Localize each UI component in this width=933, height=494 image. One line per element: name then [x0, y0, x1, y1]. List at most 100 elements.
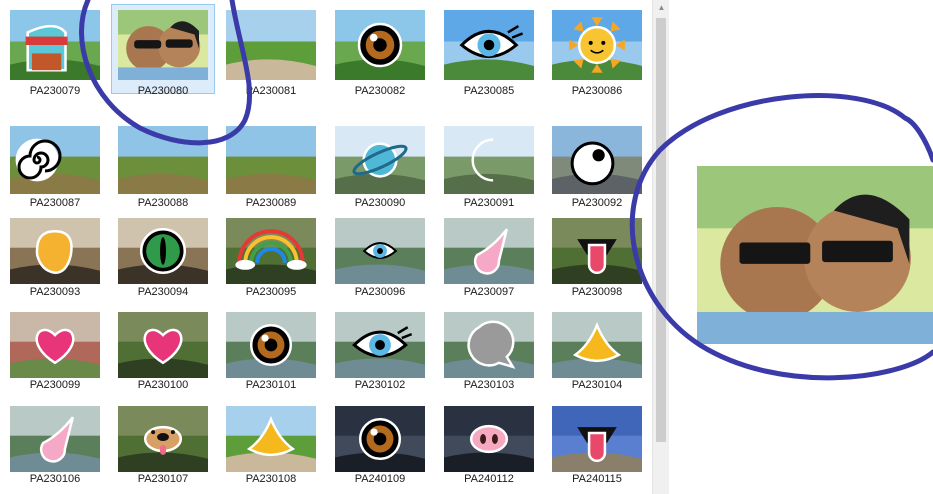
file-thumbnail[interactable]: [118, 126, 208, 194]
file-tile[interactable]: PA230085: [437, 4, 541, 97]
file-name-label: PA230086: [571, 85, 623, 97]
green-eye-sticker: [139, 227, 187, 275]
file-tile[interactable]: PA230091: [437, 118, 541, 209]
preview-photo: [697, 166, 933, 344]
file-tile[interactable]: PA230088: [111, 118, 215, 209]
file-tile[interactable]: PA230089: [219, 118, 323, 209]
grey-drop-sticker: [467, 320, 516, 369]
file-thumbnail[interactable]: [444, 218, 534, 284]
file-tile[interactable]: PA240109: [328, 400, 432, 490]
file-thumbnail[interactable]: [335, 312, 425, 378]
file-name-label: PA230087: [29, 197, 81, 209]
scroll-up-arrow-icon[interactable]: ▲: [653, 0, 670, 16]
file-name-label: PA230103: [463, 379, 515, 391]
file-name-label: PA230080: [137, 85, 189, 97]
file-thumbnail[interactable]: [118, 312, 208, 378]
file-tile[interactable]: PA240112: [437, 400, 541, 490]
file-name-label: PA230090: [354, 197, 406, 209]
file-tile[interactable]: PA230107: [111, 400, 215, 490]
file-name-label: PA230102: [354, 379, 406, 391]
file-tile[interactable]: PA230104: [545, 306, 649, 396]
file-name-label: PA230094: [137, 286, 189, 298]
file-tile[interactable]: PA230096: [328, 212, 432, 302]
file-thumbnail[interactable]: [552, 10, 642, 80]
file-thumbnail[interactable]: [118, 218, 208, 284]
cat-sticker: [25, 24, 68, 72]
file-name-label: PA230104: [571, 379, 623, 391]
file-tile[interactable]: PA230100: [111, 306, 215, 396]
file-tile[interactable]: PA230102: [328, 306, 432, 396]
file-tile[interactable]: PA230099: [3, 306, 107, 396]
file-name-label: PA230092: [571, 197, 623, 209]
file-thumbnail[interactable]: [552, 312, 642, 378]
file-tile[interactable]: PA230080: [111, 4, 215, 97]
file-name-label: PA240109: [354, 473, 406, 485]
file-name-label: PA230091: [463, 197, 515, 209]
file-thumbnail[interactable]: [444, 406, 534, 472]
file-thumbnail[interactable]: [552, 218, 642, 284]
file-thumbnail[interactable]: [444, 312, 534, 378]
file-name-label: PA230107: [137, 473, 189, 485]
file-tile[interactable]: PA230086: [545, 4, 649, 97]
file-name-label: PA230085: [463, 85, 515, 97]
file-tile[interactable]: PA230095: [219, 212, 323, 302]
file-thumbnail[interactable]: [226, 312, 316, 378]
file-thumbnail[interactable]: [226, 126, 316, 194]
file-name-label: PA230101: [245, 379, 297, 391]
file-thumbnail[interactable]: [10, 406, 100, 472]
file-thumbnail[interactable]: [552, 406, 642, 472]
file-name-label: PA230096: [354, 286, 406, 298]
file-name-label: PA230089: [245, 197, 297, 209]
scrollbar-thumb[interactable]: [656, 18, 666, 442]
file-name-label: PA230098: [571, 286, 623, 298]
file-thumbnail[interactable]: [226, 218, 316, 284]
file-tile[interactable]: PA230098: [545, 212, 649, 302]
file-tile[interactable]: PA230090: [328, 118, 432, 209]
file-thumbnail[interactable]: [118, 10, 208, 80]
preview-pane: [669, 0, 933, 494]
vertical-scrollbar[interactable]: ▲: [652, 0, 669, 494]
file-tile[interactable]: PA230097: [437, 212, 541, 302]
file-thumbnail[interactable]: [444, 126, 534, 194]
file-tile[interactable]: PA230079: [3, 4, 107, 97]
file-name-label: PA230099: [29, 379, 81, 391]
sun-sticker: [569, 17, 625, 73]
file-name-label: PA230088: [137, 197, 189, 209]
file-name-label: PA240112: [464, 473, 514, 485]
eye-sticker: [249, 323, 293, 367]
file-thumbnail[interactable]: [10, 312, 100, 378]
file-tile[interactable]: PA240115: [545, 400, 649, 490]
file-thumbnail[interactable]: [10, 10, 100, 80]
file-tile[interactable]: PA230106: [3, 400, 107, 490]
file-thumbnail[interactable]: [10, 218, 100, 284]
file-thumbnail[interactable]: [226, 10, 316, 80]
file-thumbnail[interactable]: [10, 126, 100, 194]
file-tile[interactable]: PA230092: [545, 118, 649, 209]
file-name-label: PA230093: [29, 286, 81, 298]
file-name-label: PA230079: [29, 85, 81, 97]
blob-sticker: [35, 229, 73, 275]
file-thumbnail[interactable]: [335, 218, 425, 284]
file-thumbnail[interactable]: [552, 126, 642, 194]
file-tile[interactable]: PA230103: [437, 306, 541, 396]
file-name-label: PA230108: [245, 473, 297, 485]
file-tile[interactable]: PA230093: [3, 212, 107, 302]
file-name-label: PA230097: [463, 286, 515, 298]
eye-sticker: [358, 417, 402, 461]
file-thumbnail[interactable]: [444, 10, 534, 80]
file-tile[interactable]: PA230081: [219, 4, 323, 97]
file-name-label: PA230082: [354, 85, 406, 97]
file-thumbnail[interactable]: [226, 406, 316, 472]
file-thumbnail[interactable]: [335, 126, 425, 194]
file-thumbnail[interactable]: [118, 406, 208, 472]
file-tile[interactable]: PA230101: [219, 306, 323, 396]
file-tile[interactable]: PA230108: [219, 400, 323, 490]
file-name-label: PA230100: [137, 379, 189, 391]
file-tile[interactable]: PA230082: [328, 4, 432, 97]
file-thumbnail[interactable]: [335, 406, 425, 472]
file-name-label: PA230081: [245, 85, 297, 97]
file-tile[interactable]: PA230094: [111, 212, 215, 302]
file-name-label: PA240115: [572, 473, 622, 485]
file-tile[interactable]: PA230087: [3, 118, 107, 209]
file-thumbnail[interactable]: [335, 10, 425, 80]
